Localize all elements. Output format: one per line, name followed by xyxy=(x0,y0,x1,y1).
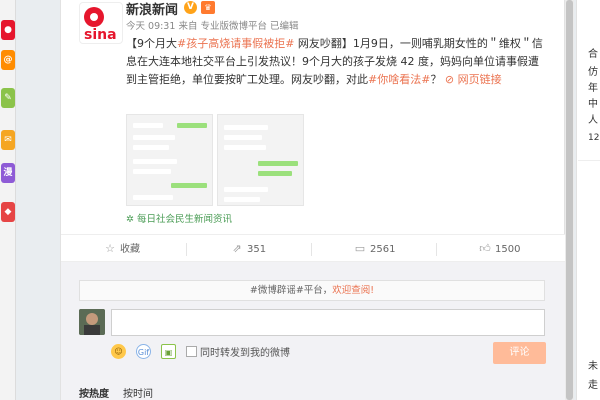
divider xyxy=(436,243,437,256)
star-icon: ☆ xyxy=(105,242,115,255)
right-panel-text: 年 xyxy=(588,83,598,94)
weibo-logo-icon[interactable]: ● xyxy=(1,20,15,40)
favorite-button[interactable]: ☆ 收藏 xyxy=(104,235,140,263)
image-icon[interactable]: ▣ xyxy=(161,344,176,359)
hashtag-link[interactable]: #孩子高烧请事假被拒# xyxy=(177,37,294,50)
author-name[interactable]: 新浪新闻 xyxy=(126,0,178,18)
post-image-1[interactable] xyxy=(126,114,213,206)
source-prefix: 来自 xyxy=(178,21,198,32)
comic-icon[interactable]: 漫 xyxy=(1,163,15,183)
topic-icon: ✲ xyxy=(126,214,134,225)
post-action-bar: ☆ 收藏 ⇗ 351 ▭ 2561 👍︎ 1500 xyxy=(61,234,566,262)
thumbs-up-icon: 👍︎ xyxy=(479,242,491,255)
right-panel-text: 走 xyxy=(588,380,598,391)
post-time[interactable]: 今天 09:31 xyxy=(126,21,175,32)
svg-text:sina: sina xyxy=(84,27,117,43)
weibo-post-card: sina 新浪新闻 V ♛ 今天 09:31 来自 专业版微博平台 已编辑 【9… xyxy=(60,0,566,400)
web-link[interactable]: 网页链接 xyxy=(458,73,502,86)
author-avatar[interactable]: sina xyxy=(79,2,123,44)
message-icon[interactable]: ✎ xyxy=(1,88,15,108)
notice-text: #微博辟谣#平台， xyxy=(249,285,333,296)
notice-link[interactable]: 欢迎查阅! xyxy=(332,285,374,296)
hashtag-link[interactable]: #你啥看法# xyxy=(368,73,430,86)
post-source[interactable]: 专业版微博平台 xyxy=(200,21,267,32)
divider xyxy=(186,243,187,256)
comment-count: 2561 xyxy=(370,244,396,255)
like-button[interactable]: 👍︎ 1500 xyxy=(479,235,520,263)
link-icon: ⊘ xyxy=(441,73,458,86)
post-text-part: ？ xyxy=(430,73,442,86)
divider xyxy=(311,243,312,256)
repost-count: 351 xyxy=(247,244,267,255)
v-verified-icon[interactable]: V xyxy=(184,1,197,14)
repost-checkbox[interactable] xyxy=(186,346,197,357)
mail-icon[interactable]: ✉ xyxy=(1,130,15,150)
topic-label: 每日社会民生新闻资讯 xyxy=(137,214,233,225)
comment-input[interactable] xyxy=(111,309,545,336)
right-panel: 合 仿 年 中 人 12 未 走 xyxy=(576,0,600,400)
comment-submit-button[interactable]: 评论 xyxy=(493,342,546,364)
comment-icon: ▭ xyxy=(354,242,366,255)
sort-by-time[interactable]: 按时间 xyxy=(123,385,153,400)
like-count: 1500 xyxy=(495,244,521,255)
rumor-notice: #微博辟谣#平台，欢迎查阅! xyxy=(79,280,545,301)
repost-button[interactable]: ⇗ 351 xyxy=(231,235,266,263)
gif-icon[interactable]: Gif xyxy=(136,344,151,359)
emoji-icon[interactable]: ☺ xyxy=(111,344,126,359)
right-panel-text: 中 xyxy=(588,99,598,110)
divider xyxy=(578,160,600,161)
post-text: 【9个月大#孩子高烧请事假被拒# 网友吵翻】1月9日，一则哺乳期女性的＂维权＂信… xyxy=(126,35,546,89)
right-panel-text: 合 xyxy=(588,49,598,60)
right-panel-text: 12 xyxy=(588,133,600,143)
left-sidebar-strip: ● @ ✎ ✉ 漫 ◆ xyxy=(0,0,16,400)
right-panel-text: 人 xyxy=(588,115,598,126)
scrollbar-thumb[interactable] xyxy=(566,0,573,400)
at-icon[interactable]: @ xyxy=(1,50,15,70)
user-avatar[interactable] xyxy=(79,309,105,335)
game-icon[interactable]: ◆ xyxy=(1,202,15,222)
repost-icon: ⇗ xyxy=(232,242,242,255)
edited-label[interactable]: 已编辑 xyxy=(270,21,299,32)
post-image-2[interactable] xyxy=(217,114,304,206)
post-text-part: 【9个月大 xyxy=(126,37,177,50)
post-meta: 今天 09:31 来自 专业版微博平台 已编辑 xyxy=(126,18,299,32)
comment-button[interactable]: ▭ 2561 xyxy=(354,235,396,263)
right-panel-text: 仿 xyxy=(588,67,598,78)
favorite-label: 收藏 xyxy=(120,244,140,255)
vip-badge-icon[interactable]: ♛ xyxy=(201,1,215,14)
topic-tag[interactable]: ✲ 每日社会民生新闻资讯 xyxy=(126,211,232,225)
right-panel-text: 未 xyxy=(588,361,598,372)
repost-checkbox-label: 同时转发到我的微博 xyxy=(200,348,290,359)
comment-section: #微博辟谣#平台，欢迎查阅! ☺ Gif ▣ 同时转发到我的微博 评论 按热度 … xyxy=(61,262,566,400)
sort-by-hot[interactable]: 按热度 xyxy=(79,385,109,400)
